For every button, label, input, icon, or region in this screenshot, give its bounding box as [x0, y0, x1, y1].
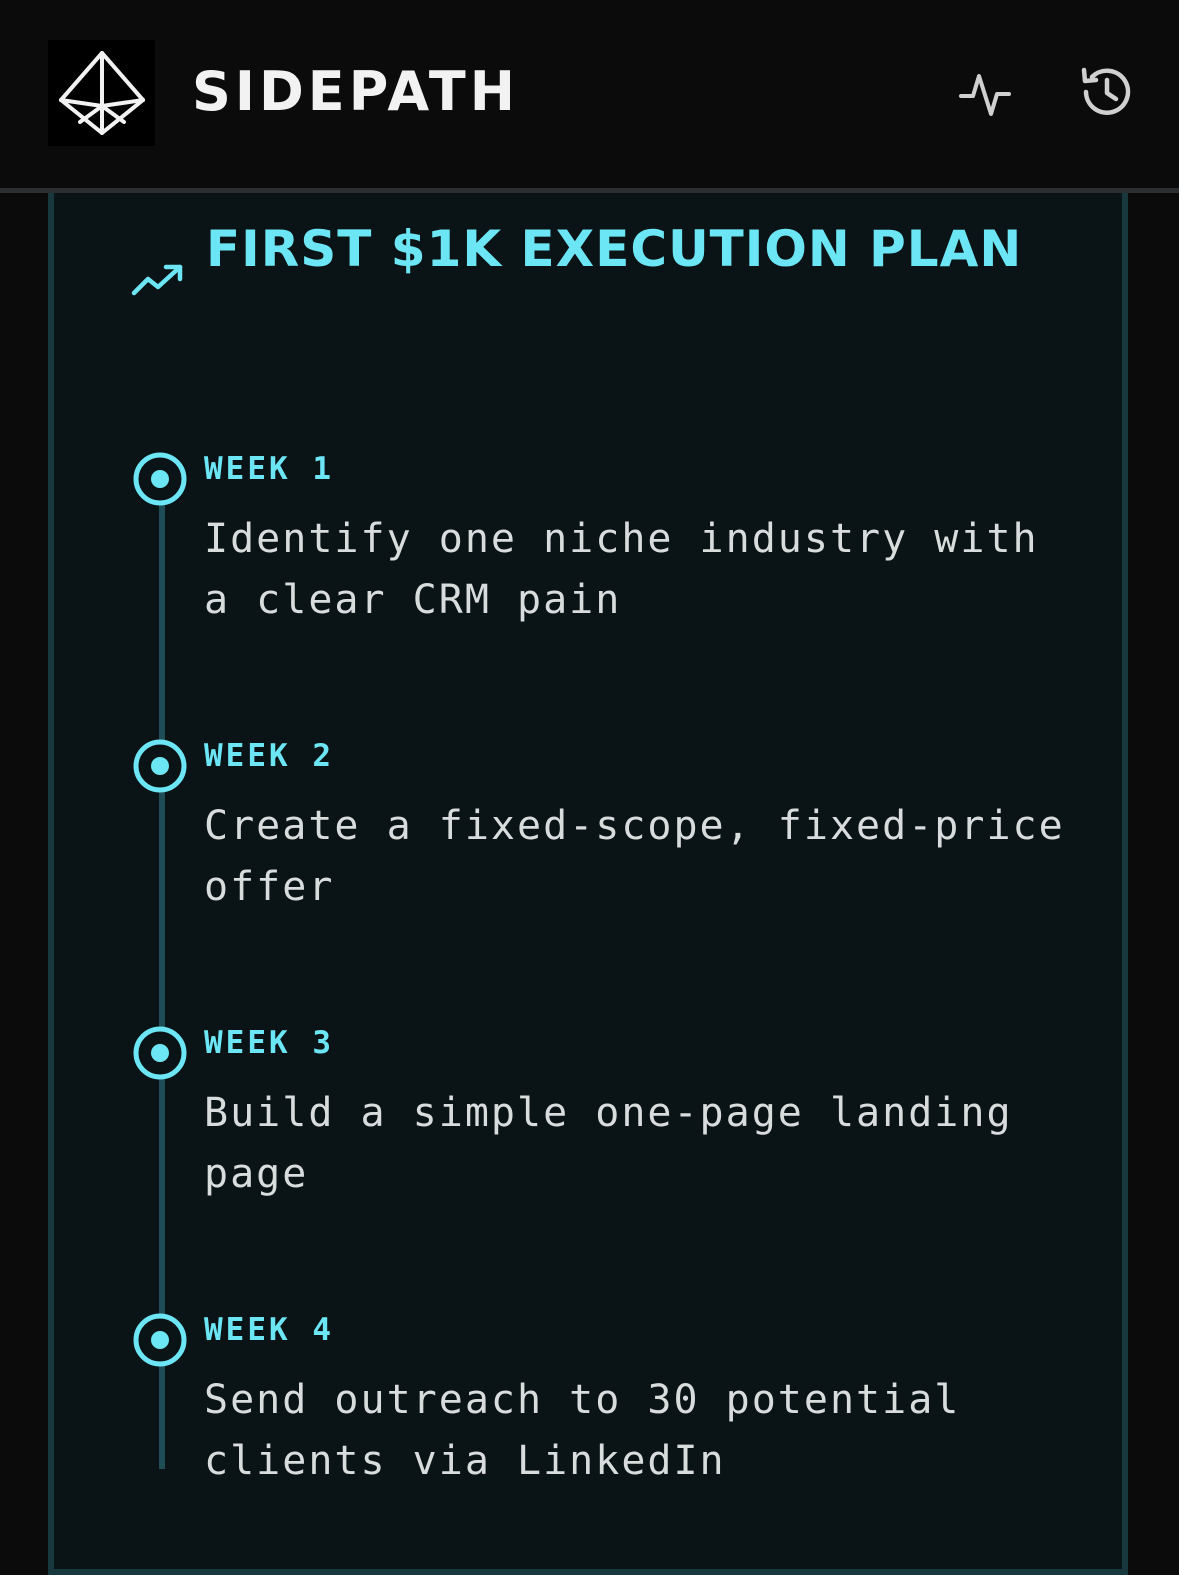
step-description: Identify one niche industry with a clear…	[204, 516, 1039, 623]
activity-pulse-icon[interactable]	[957, 64, 1017, 124]
step-description: Send outreach to 30 potential clients vi…	[204, 1377, 961, 1484]
execution-plan-card: FIRST $1K EXECUTION PLAN WEEK 1 Identify…	[48, 193, 1128, 1575]
history-clock-icon[interactable]	[1077, 62, 1137, 122]
week-label: WEEK 3	[204, 1025, 334, 1061]
step-description: Build a simple one-page landing page	[204, 1090, 1013, 1197]
week-label: WEEK 2	[204, 738, 334, 774]
week-label: WEEK 4	[204, 1312, 334, 1348]
app-header: SIDEPATH	[0, 0, 1179, 188]
timeline-dot-icon	[132, 738, 188, 794]
brand-name: SIDEPATH	[192, 60, 519, 123]
trending-up-icon	[130, 261, 188, 301]
timeline-dot-icon	[132, 451, 188, 507]
week-label: WEEK 1	[204, 451, 334, 487]
plan-title: FIRST $1K EXECUTION PLAN	[206, 220, 1023, 278]
step-description: Create a fixed-scope, fixed-price offer	[204, 803, 1065, 910]
logo-icon[interactable]	[48, 40, 155, 146]
timeline-dot-icon	[132, 1312, 188, 1368]
timeline-dot-icon	[132, 1025, 188, 1081]
